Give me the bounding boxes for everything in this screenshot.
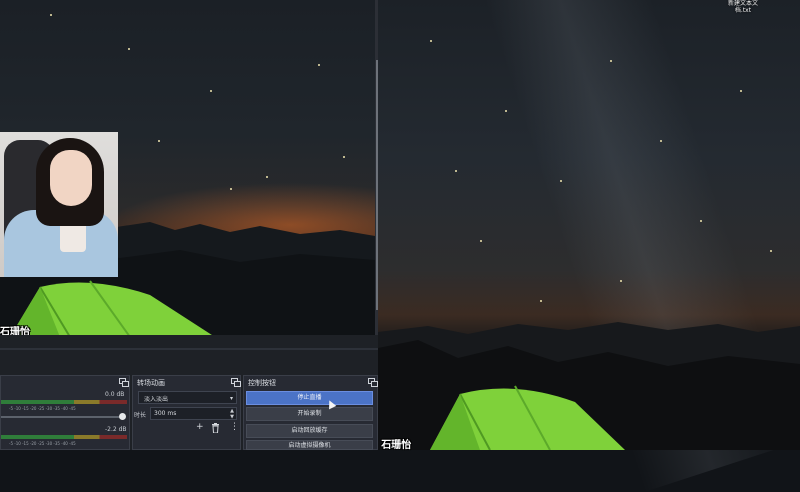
- desktop-file-label-2: 档.txt: [734, 7, 752, 14]
- duration-value: 300 ms: [154, 410, 177, 417]
- webcam-overlay: [0, 132, 118, 277]
- track1-ticks: -5 -10 -15 -20 -25 -30 -35 -40 -45: [9, 406, 76, 411]
- face: [50, 150, 92, 206]
- track1-fader[interactable]: [1, 416, 123, 418]
- audio-mixer-panel: 0.0 dB -5 -10 -15 -20 -25 -30 -35 -40 -4…: [0, 375, 130, 450]
- transition-select-value: 淡入淡出: [144, 396, 169, 403]
- start-replay-buffer-button[interactable]: 启动回放缓存: [246, 424, 373, 438]
- track1-fader-knob[interactable]: [119, 413, 126, 420]
- tent-right: [430, 385, 625, 450]
- tent-left: [10, 280, 215, 337]
- track1-db: 0.0 dB: [105, 391, 125, 398]
- controls-title: 控制按钮: [248, 379, 276, 387]
- track2-ticks: -5 -10 -15 -20 -25 -30 -35 -40 -45: [9, 441, 76, 446]
- track2-db: -2.2 dB: [105, 426, 127, 433]
- undock-icon[interactable]: [368, 378, 378, 387]
- duration-label: 时长: [134, 412, 147, 419]
- plus-icon[interactable]: +: [196, 423, 204, 432]
- dock-separator: [0, 348, 378, 350]
- splitter-handle[interactable]: [376, 60, 378, 310]
- trash-icon[interactable]: [211, 423, 220, 433]
- stop-streaming-button[interactable]: 停止直播: [246, 391, 373, 405]
- more-vertical-icon[interactable]: ⋮: [230, 423, 239, 432]
- duration-input[interactable]: 300 ms ▲ ▼: [150, 407, 237, 420]
- start-recording-button[interactable]: 开始录制: [246, 407, 373, 421]
- undock-icon[interactable]: [119, 378, 129, 387]
- track2-meter: [1, 435, 127, 439]
- spin-down-icon[interactable]: ▼: [230, 414, 234, 420]
- start-virtual-camera-button[interactable]: 启动虚拟摄像机: [246, 440, 373, 450]
- track1-meter: [1, 400, 127, 404]
- undock-icon[interactable]: [231, 378, 241, 387]
- desktop-file-label-1: 新建文本文: [727, 0, 758, 7]
- desktop-file-icon[interactable]: 新建文本文 档.txt: [726, 0, 760, 14]
- chevron-down-icon: ▾: [229, 395, 233, 402]
- transitions-title: 转场动画: [137, 379, 165, 387]
- transition-select[interactable]: 淡入淡出 ▾: [138, 391, 237, 404]
